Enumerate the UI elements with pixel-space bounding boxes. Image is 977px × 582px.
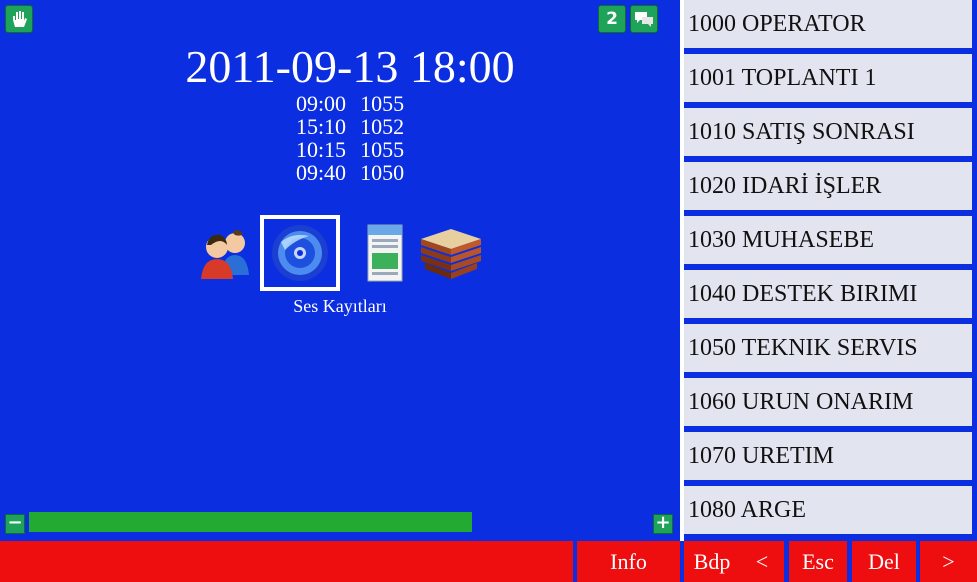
disc-icon (272, 225, 328, 281)
minus-icon[interactable]: − (5, 514, 25, 534)
list-item[interactable]: 1030 MUHASEBE (684, 216, 972, 264)
record-time: 15:10 (295, 114, 347, 139)
previous-button[interactable]: < (740, 541, 784, 582)
status-area (0, 541, 573, 582)
selected-app-caption: Ses Kayıtları (293, 296, 387, 316)
list-item[interactable]: 1040 DESTEK BIRIMI (684, 270, 972, 318)
record-row[interactable]: 15:10 1052 (250, 115, 450, 138)
record-ext: 1050 (360, 160, 405, 185)
esc-button[interactable]: Esc (789, 541, 847, 582)
record-row[interactable]: 10:15 1055 (250, 138, 450, 161)
app-icon-row (190, 215, 500, 291)
books-app[interactable] (416, 218, 486, 288)
softkey-bar: Info Bdp < Esc Del > (0, 541, 977, 582)
list-item[interactable]: 1050 TEKNIK SERVIS (684, 324, 972, 372)
list-item[interactable]: 1010 SATIŞ SONRASI (684, 108, 972, 156)
bdp-button[interactable]: Bdp (684, 541, 740, 582)
chat-icon[interactable] (630, 5, 658, 33)
list-item[interactable]: 1000 OPERATOR (684, 0, 972, 48)
delete-button[interactable]: Del (852, 541, 916, 582)
recordings-app[interactable] (260, 215, 340, 291)
books-icon (421, 229, 481, 279)
record-time: 10:15 (295, 137, 347, 162)
volume-fill (29, 512, 472, 532)
record-row[interactable]: 09:40 1050 (250, 161, 450, 184)
document-app[interactable] (350, 218, 420, 288)
record-ext: 1055 (360, 91, 405, 116)
hand-icon[interactable] (5, 5, 33, 33)
phone-screen: 2 2011-09-13 18:00 09:00 1055 15:10 1052 1… (0, 0, 977, 582)
record-time: 09:40 (295, 160, 347, 185)
list-item[interactable]: 1020 IDARİ İŞLER (684, 162, 972, 210)
contacts-app[interactable] (190, 218, 260, 288)
record-time: 09:00 (295, 91, 347, 116)
notification-count-badge[interactable]: 2 (598, 5, 626, 33)
extension-list: 1000 OPERATOR 1001 TOPLANTI 1 1010 SATIŞ… (684, 0, 977, 541)
main-panel: 2 2011-09-13 18:00 09:00 1055 15:10 1052 1… (0, 0, 680, 541)
record-ext: 1055 (360, 137, 405, 162)
volume-slider[interactable] (29, 512, 569, 532)
plus-icon[interactable]: + (653, 514, 673, 534)
list-item[interactable]: 1080 ARGE (684, 486, 972, 534)
info-button[interactable]: Info (577, 541, 680, 582)
recent-records-list: 09:00 1055 15:10 1052 10:15 1055 09:40 1050 (250, 92, 450, 184)
list-item[interactable]: 1060 URUN ONARIM (684, 378, 972, 426)
clock-datetime: 2011-09-13 18:00 (185, 41, 515, 92)
list-item[interactable]: 1001 TOPLANTI 1 (684, 54, 972, 102)
record-ext: 1052 (360, 114, 405, 139)
document-icon (367, 224, 403, 282)
record-row[interactable]: 09:00 1055 (250, 92, 450, 115)
list-item[interactable]: 1070 URETIM (684, 432, 972, 480)
contacts-icon (201, 230, 249, 279)
volume-control: − + (5, 512, 673, 534)
next-button[interactable]: > (920, 541, 977, 582)
